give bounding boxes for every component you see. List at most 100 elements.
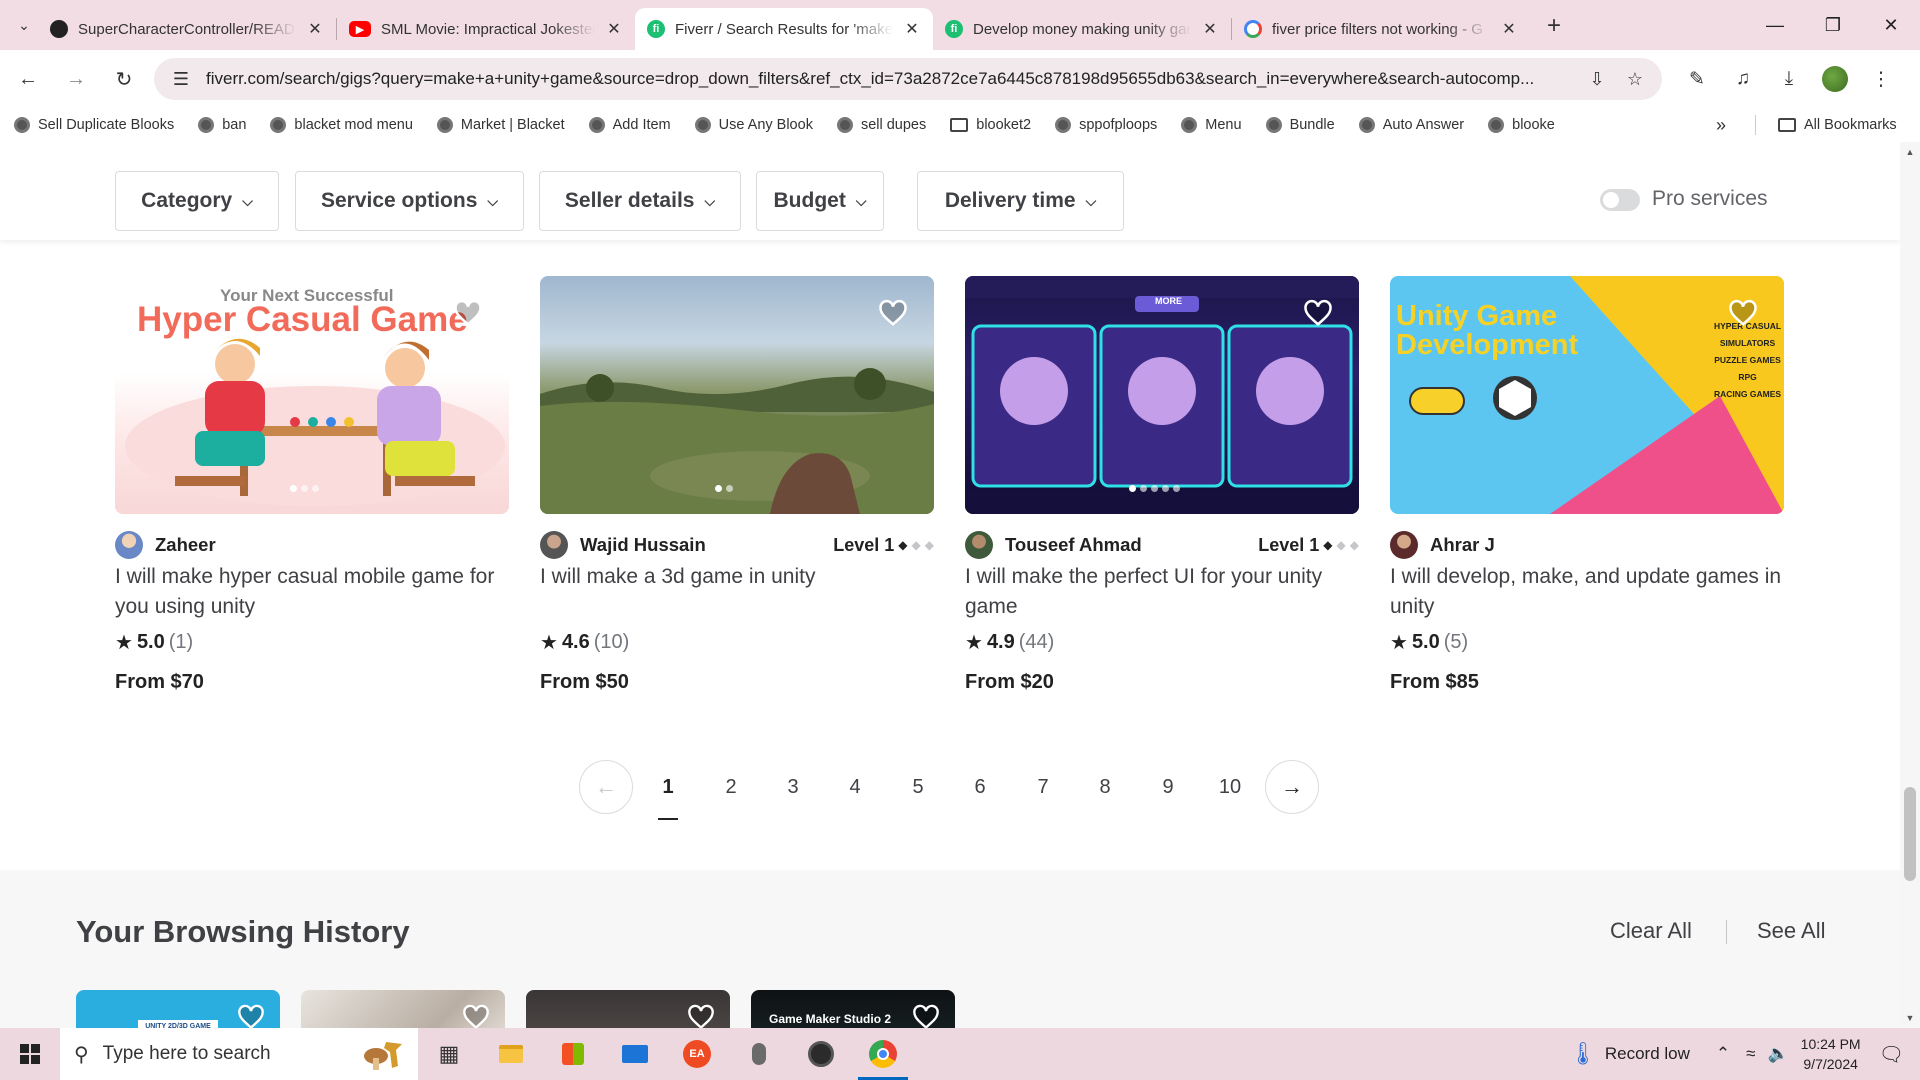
gig-thumbnail[interactable] xyxy=(540,276,934,514)
avatar[interactable] xyxy=(965,531,993,559)
close-icon[interactable]: ✕ xyxy=(1201,19,1219,39)
heart-save-icon[interactable] xyxy=(234,1000,268,1028)
page-2[interactable]: 2 xyxy=(711,760,751,814)
see-all-link[interactable]: See All xyxy=(1757,918,1826,944)
heart-save-icon[interactable] xyxy=(459,1000,493,1028)
page-4[interactable]: 4 xyxy=(835,760,875,814)
scroll-up-arrow-icon[interactable]: ▲ xyxy=(1900,144,1920,160)
extensions-puzzle-icon[interactable]: ✎ xyxy=(1678,60,1716,98)
more-bookmarks-chevron-icon[interactable]: » xyxy=(1716,115,1726,136)
tab-1[interactable]: ▶ SML Movie: Impractical Jokesters ✕ xyxy=(337,8,635,50)
tab-0[interactable]: SuperCharacterController/README ✕ xyxy=(38,8,336,50)
seller-name[interactable]: Zaheer xyxy=(155,534,216,556)
prev-page-arrow-icon[interactable]: ← xyxy=(579,760,633,814)
heart-save-icon[interactable] xyxy=(451,296,485,330)
taskbar-search-box[interactable]: ⚲ Type here to search xyxy=(60,1028,418,1080)
site-settings-icon[interactable]: ☰ xyxy=(168,69,194,90)
close-icon[interactable]: ✕ xyxy=(306,19,324,39)
history-thumbnail[interactable] xyxy=(526,990,730,1028)
page-1[interactable]: 1 xyxy=(648,760,688,820)
gig-card[interactable]: Your Next Successful Hyper Casual Game Z… xyxy=(115,276,509,694)
close-icon[interactable]: ✕ xyxy=(1500,19,1518,39)
obs-studio-icon[interactable] xyxy=(790,1028,852,1080)
gig-card[interactable]: Wajid Hussain Level 1 ◆ ◆ ◆ I will make a 3… xyxy=(540,276,934,694)
more-vertical-icon[interactable]: ⋮ xyxy=(1862,60,1900,98)
gig-card[interactable]: MORE Touseef Ahmad Level 1 ◆ ◆ ◆ I will mak… xyxy=(965,276,1359,694)
download-icon[interactable]: ⤓ xyxy=(1770,60,1808,98)
bookmark-item[interactable]: Sell Duplicate Blooks xyxy=(14,117,174,133)
seller-name[interactable]: Ahrar J xyxy=(1430,534,1495,556)
ea-app-icon[interactable]: EA xyxy=(666,1028,728,1080)
clock[interactable]: 10:24 PM 9/7/2024 xyxy=(1801,1034,1861,1074)
page-8[interactable]: 8 xyxy=(1085,760,1125,814)
new-tab-plus-icon[interactable]: + xyxy=(1538,10,1570,42)
gig-card[interactable]: Unity Game Development HYPER CASUAL SIMU… xyxy=(1390,276,1784,694)
clear-all-link[interactable]: Clear All xyxy=(1610,918,1692,944)
avatar[interactable] xyxy=(540,531,568,559)
page-scrollbar[interactable]: ▲ ▼ xyxy=(1900,142,1920,1028)
page-9[interactable]: 9 xyxy=(1148,760,1188,814)
close-icon[interactable]: ✕ xyxy=(605,19,623,39)
tab-3[interactable]: fi Develop money making unity game ✕ xyxy=(933,8,1231,50)
heart-save-icon[interactable] xyxy=(1301,296,1335,330)
gig-title[interactable]: I will make the perfect UI for your unit… xyxy=(965,562,1359,622)
history-thumbnail[interactable] xyxy=(301,990,505,1028)
heart-save-icon[interactable] xyxy=(684,1000,718,1028)
volume-icon[interactable]: 🔈 xyxy=(1768,1044,1789,1064)
minimize-icon[interactable]: — xyxy=(1746,0,1804,50)
carousel-dots[interactable] xyxy=(290,485,319,492)
gig-thumbnail[interactable]: Your Next Successful Hyper Casual Game xyxy=(115,276,509,514)
scroll-thumb[interactable] xyxy=(1904,787,1916,881)
bookmark-item[interactable]: Menu xyxy=(1181,117,1242,133)
mouse-app-icon[interactable] xyxy=(728,1028,790,1080)
mail-icon[interactable] xyxy=(604,1028,666,1080)
windows-start-icon[interactable] xyxy=(0,1028,60,1080)
thermometer-icon[interactable]: 🌡 xyxy=(1569,1041,1597,1067)
bookmark-star-icon[interactable]: ☆ xyxy=(1622,69,1648,90)
page-7[interactable]: 7 xyxy=(1023,760,1063,814)
media-controls-icon[interactable]: ♫ xyxy=(1724,60,1762,98)
show-hidden-icons-chevron-icon[interactable]: ⌃ xyxy=(1716,1044,1730,1064)
bookmark-item[interactable]: blacket mod menu xyxy=(270,117,413,133)
scroll-down-arrow-icon[interactable]: ▼ xyxy=(1900,1010,1920,1026)
bookmark-item[interactable]: Bundle xyxy=(1265,117,1335,133)
avatar[interactable] xyxy=(1390,531,1418,559)
next-page-arrow-icon[interactable]: → xyxy=(1265,760,1319,814)
service-options-filter-button[interactable]: Service options ⌵ xyxy=(295,171,524,231)
tab-2[interactable]: fi Fiverr / Search Results for 'make ✕ xyxy=(635,8,933,50)
page-3[interactable]: 3 xyxy=(773,760,813,814)
avatar[interactable] xyxy=(115,531,143,559)
bookmark-item[interactable]: sell dupes xyxy=(836,117,926,133)
bookmark-item[interactable]: Market | Blacket xyxy=(436,117,565,133)
file-explorer-icon[interactable] xyxy=(480,1028,542,1080)
pro-services-toggle[interactable] xyxy=(1600,189,1640,211)
heart-save-icon[interactable] xyxy=(1726,296,1760,330)
address-bar[interactable]: ☰ fiverr.com/search/gigs?query=make+a+un… xyxy=(154,58,1662,100)
bookmark-item[interactable]: ban xyxy=(198,117,246,133)
close-window-icon[interactable]: ✕ xyxy=(1862,0,1920,50)
gig-thumbnail[interactable]: MORE xyxy=(965,276,1359,514)
reload-icon[interactable]: ↻ xyxy=(104,59,144,99)
seller-name[interactable]: Wajid Hussain xyxy=(580,534,706,556)
delivery-time-filter-button[interactable]: Delivery time ⌵ xyxy=(917,171,1124,231)
task-view-icon[interactable]: ▦ xyxy=(418,1028,480,1080)
notifications-icon[interactable]: 🗨 xyxy=(1879,1042,1904,1067)
page-6[interactable]: 6 xyxy=(960,760,1000,814)
page-5[interactable]: 5 xyxy=(898,760,938,814)
budget-filter-button[interactable]: Budget ⌵ xyxy=(756,171,884,231)
tab-4[interactable]: fiver price filters not working - G ✕ xyxy=(1232,8,1530,50)
forward-arrow-icon[interactable]: → xyxy=(56,59,96,99)
bookmark-item[interactable]: Auto Answer xyxy=(1358,117,1464,133)
history-thumbnail[interactable]: UNITY 2D/3D GAME xyxy=(76,990,280,1028)
seller-name[interactable]: Touseef Ahmad xyxy=(1005,534,1142,556)
carousel-dots[interactable] xyxy=(1129,485,1180,492)
bookmark-item[interactable]: blooke xyxy=(1488,117,1555,133)
close-icon[interactable]: ✕ xyxy=(903,19,921,39)
all-bookmarks-button[interactable]: All Bookmarks xyxy=(1778,108,1897,142)
bookmark-item[interactable]: sppofploops xyxy=(1055,117,1157,133)
gig-thumbnail[interactable]: Unity Game Development HYPER CASUAL SIMU… xyxy=(1390,276,1784,514)
url-text[interactable]: fiverr.com/search/gigs?query=make+a+unit… xyxy=(206,69,1572,89)
heart-save-icon[interactable] xyxy=(876,296,910,330)
install-app-icon[interactable]: ⇩ xyxy=(1584,69,1610,90)
seller-details-filter-button[interactable]: Seller details ⌵ xyxy=(539,171,741,231)
